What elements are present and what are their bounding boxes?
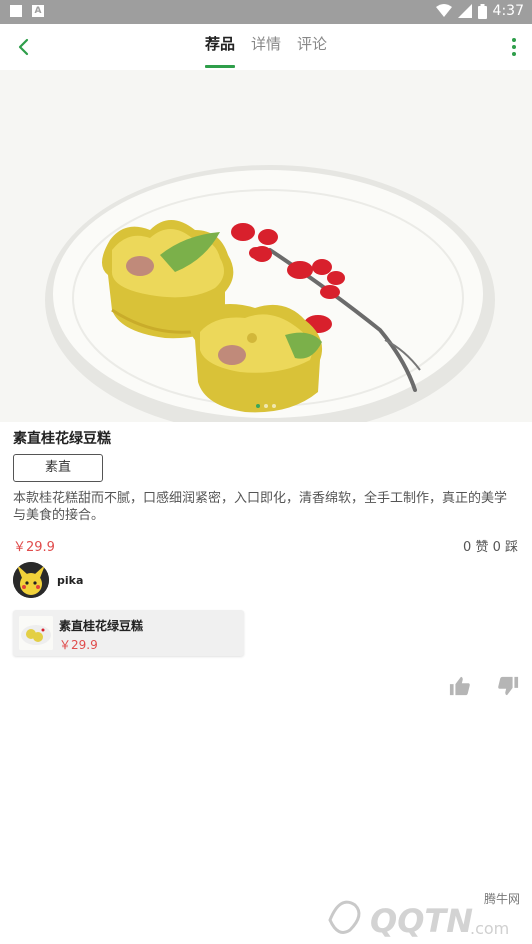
product-image-carousel[interactable] xyxy=(0,70,532,422)
product-photo xyxy=(0,70,532,422)
notification-icons: A xyxy=(10,5,44,17)
svg-text:.com: .com xyxy=(470,919,509,938)
thumb-down-icon[interactable] xyxy=(497,675,519,697)
svg-text:QQTN: QQTN xyxy=(370,902,473,940)
avatar[interactable] xyxy=(13,562,49,598)
battery-icon xyxy=(477,3,487,19)
tab-comments[interactable]: 评论 xyxy=(297,24,327,70)
top-bar: 荐品 详情 评论 xyxy=(0,24,532,70)
more-vert-icon[interactable] xyxy=(510,36,518,58)
product-title: 素直桂花绿豆糕 xyxy=(13,431,111,447)
status-time: 4:37 xyxy=(492,3,524,19)
status-right: 4:37 xyxy=(435,3,524,19)
tab-recommend[interactable]: 荐品 xyxy=(204,24,235,70)
carousel-indicator xyxy=(256,404,276,408)
wifi-icon xyxy=(435,4,452,17)
tab-bar: 荐品 详情 评论 xyxy=(0,24,532,70)
carousel-dot xyxy=(272,404,276,408)
notification-square-icon xyxy=(10,5,22,17)
pikachu-avatar-icon xyxy=(13,562,49,598)
author-row[interactable]: pika xyxy=(13,562,83,598)
related-product-price: ￥29.9 xyxy=(59,638,98,652)
watermark: 腾牛网 QQTN .com xyxy=(320,890,526,940)
related-product-title: 素直桂花绿豆糕 xyxy=(59,619,144,633)
product-price: ￥29.9 xyxy=(13,540,55,555)
product-description: 本款桂花糕甜而不腻，口感细润紧密，入口即化，清香绵软，全手工制作，真正的美学与美… xyxy=(13,491,508,523)
carousel-dot xyxy=(264,404,268,408)
brand-tag-button[interactable]: 素直 xyxy=(13,454,103,482)
notification-a-icon: A xyxy=(32,5,44,17)
author-name[interactable]: pika xyxy=(57,574,83,587)
related-product-thumbnail xyxy=(19,616,53,650)
watermark-text: 腾牛网 xyxy=(483,892,520,906)
carousel-dot xyxy=(256,404,260,408)
related-product-card[interactable]: 素直桂花绿豆糕 ￥29.9 xyxy=(13,610,244,656)
tab-details[interactable]: 详情 xyxy=(251,24,281,70)
status-bar: A 4:37 xyxy=(0,0,532,24)
related-product-photo xyxy=(19,616,53,650)
vote-count: 0 赞 0 踩 xyxy=(463,540,518,555)
signal-icon xyxy=(457,4,472,18)
thumb-up-icon[interactable] xyxy=(449,675,471,697)
